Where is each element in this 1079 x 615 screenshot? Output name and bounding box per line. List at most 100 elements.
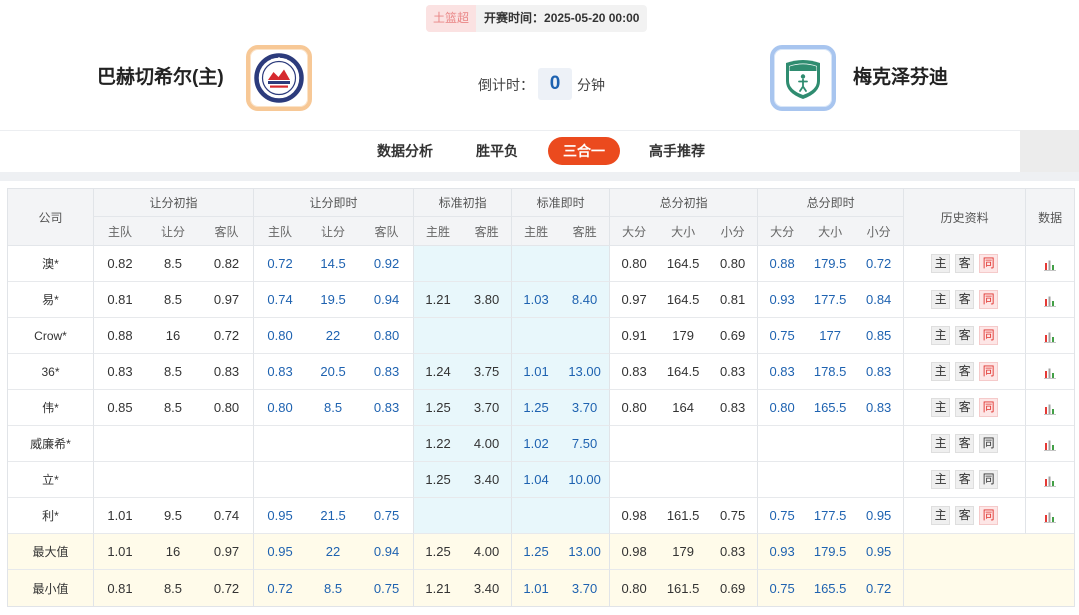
standard-initial-home-cell: 1.21 (413, 570, 463, 606)
total-initial-under-cell: 0.81 (708, 282, 758, 318)
bar-chart-icon[interactable] (1044, 331, 1057, 343)
tab-data-analysis[interactable]: 数据分析 (369, 131, 441, 172)
standard-live-home-cell: 1.04 (511, 462, 561, 498)
history-same-button[interactable]: 同 (979, 362, 999, 381)
bar-chart-icon[interactable] (1044, 403, 1057, 415)
handicap-live-home-cell: 0.72 (253, 570, 307, 606)
history-away-button[interactable]: 客 (955, 434, 975, 453)
away-team-name[interactable]: 梅克泽芬迪 (853, 64, 948, 92)
standard-live-away-cell: 13.00 (560, 534, 610, 570)
handicap-live-line-cell: 19.5 (306, 282, 361, 318)
history-home-button[interactable]: 主 (931, 254, 951, 273)
history-home-button[interactable]: 主 (931, 326, 951, 345)
handicap-live-line-header: 让分 (306, 217, 361, 246)
total-initial-line-cell: 179 (658, 534, 709, 570)
bar-chart-icon[interactable] (1044, 259, 1057, 271)
table-row: 立* 1.25 3.40 1.04 10.00 主客同 (8, 462, 1075, 498)
history-same-button[interactable]: 同 (979, 254, 999, 273)
bar-chart-icon[interactable] (1044, 511, 1057, 523)
total-live-over-cell: 0.75 (757, 498, 807, 534)
tabbar-filler (1020, 130, 1079, 172)
tab-win-draw-lose[interactable]: 胜平负 (461, 131, 533, 172)
bar-chart-icon[interactable] (1044, 295, 1057, 307)
standard-initial-away-cell: 3.40 (462, 462, 512, 498)
company-name: 最小值 (8, 570, 93, 606)
history-home-button[interactable]: 主 (931, 470, 951, 489)
home-team-logo[interactable] (246, 45, 312, 111)
standard-initial-away-cell: 3.70 (462, 390, 512, 426)
home-team-name[interactable]: 巴赫切希尔(主) (97, 64, 224, 92)
bar-chart-icon[interactable] (1044, 367, 1057, 379)
handicap-live-away-cell: 0.83 (360, 354, 414, 390)
total-initial-line-cell: 164.5 (658, 282, 709, 318)
history-same-button[interactable]: 同 (979, 434, 999, 453)
handicap-initial-line-cell: 8.5 (146, 246, 200, 282)
handicap-initial-home-cell (93, 462, 146, 498)
start-time-label: 开赛时间： (484, 11, 545, 25)
history-header: 历史资料 (903, 189, 1026, 246)
data-cell (1025, 246, 1075, 282)
total-live-under-cell: 0.83 (854, 390, 904, 426)
handicap-live-home-cell: 0.80 (253, 318, 307, 354)
history-away-button[interactable]: 客 (955, 470, 975, 489)
total-live-under-cell: 0.85 (854, 318, 904, 354)
history-same-button[interactable]: 同 (979, 470, 999, 489)
history-home-button[interactable]: 主 (931, 362, 951, 381)
total-live-over-cell: 0.88 (757, 246, 807, 282)
odds-comparison-table: 公司 让分初指 让分即时 标准初指 标准即时 总分初指 总分即时 历史资料 数据… (7, 188, 1076, 607)
history-same-button[interactable]: 同 (979, 326, 999, 345)
handicap-initial-home-cell: 1.01 (93, 534, 146, 570)
history-away-button[interactable]: 客 (955, 290, 975, 309)
history-away-button[interactable]: 客 (955, 326, 975, 345)
standard-initial-away-cell: 4.00 (462, 534, 512, 570)
history-same-button[interactable]: 同 (979, 506, 999, 525)
table-row: 威廉希* 1.22 4.00 1.02 7.50 主客同 (8, 426, 1075, 462)
handicap-initial-home-cell: 0.81 (93, 282, 146, 318)
handicap-live-home-cell: 0.95 (253, 534, 307, 570)
total-live-under-cell: 0.84 (854, 282, 904, 318)
handicap-initial-line-header: 让分 (146, 217, 200, 246)
standard-initial-home-cell: 1.25 (413, 390, 463, 426)
history-away-button[interactable]: 客 (955, 254, 975, 273)
league-badge[interactable]: 土篮超 (426, 5, 477, 32)
total-initial-line-cell: 164.5 (658, 246, 709, 282)
tab-expert-picks[interactable]: 高手推荐 (641, 131, 713, 172)
bar-chart-icon[interactable] (1044, 439, 1057, 451)
history-away-button[interactable]: 客 (955, 506, 975, 525)
handicap-live-home-cell: 0.95 (253, 498, 307, 534)
history-cell: 主客同 (903, 462, 1026, 498)
standard-live-away-cell: 3.70 (560, 390, 610, 426)
handicap-initial-line-cell (146, 462, 200, 498)
total-live-line-cell: 165.5 (806, 570, 855, 606)
away-team-logo[interactable] (770, 45, 836, 111)
data-cell (1025, 498, 1075, 534)
total-initial-line-cell: 164.5 (658, 354, 709, 390)
history-cell: 主客同 (903, 426, 1026, 462)
total-initial-under-cell: 0.83 (708, 354, 758, 390)
history-home-button[interactable]: 主 (931, 506, 951, 525)
history-same-button[interactable]: 同 (979, 398, 999, 417)
history-away-button[interactable]: 客 (955, 362, 975, 381)
bar-chart-icon[interactable] (1044, 475, 1057, 487)
history-home-button[interactable]: 主 (931, 398, 951, 417)
match-odds-page: { "match": { "league": "土篮超", "start_lab… (0, 0, 1079, 615)
history-away-button[interactable]: 客 (955, 398, 975, 417)
table-row: 利* 1.01 9.5 0.74 0.95 21.5 0.75 0.98 161.5 0.75 0.… (8, 498, 1075, 534)
total-initial-over-cell (609, 462, 659, 498)
history-home-button[interactable]: 主 (931, 434, 951, 453)
standard-live-home-header: 主胜 (511, 217, 561, 246)
company-header: 公司 (8, 189, 93, 246)
handicap-live-header: 让分即时 (253, 189, 414, 217)
history-home-button[interactable]: 主 (931, 290, 951, 309)
countdown-value: 0 (538, 68, 572, 100)
total-live-over-cell: 0.93 (757, 534, 807, 570)
history-same-button[interactable]: 同 (979, 290, 999, 309)
handicap-initial-home-cell: 0.85 (93, 390, 146, 426)
total-initial-line-cell (658, 426, 709, 462)
handicap-live-away-cell: 0.94 (360, 282, 414, 318)
tab-three-in-one[interactable]: 三合一 (548, 137, 620, 165)
total-initial-under-cell (708, 426, 758, 462)
handicap-initial-home-cell: 0.83 (93, 354, 146, 390)
handicap-initial-header: 让分初指 (93, 189, 254, 217)
handicap-live-line-cell (306, 426, 361, 462)
